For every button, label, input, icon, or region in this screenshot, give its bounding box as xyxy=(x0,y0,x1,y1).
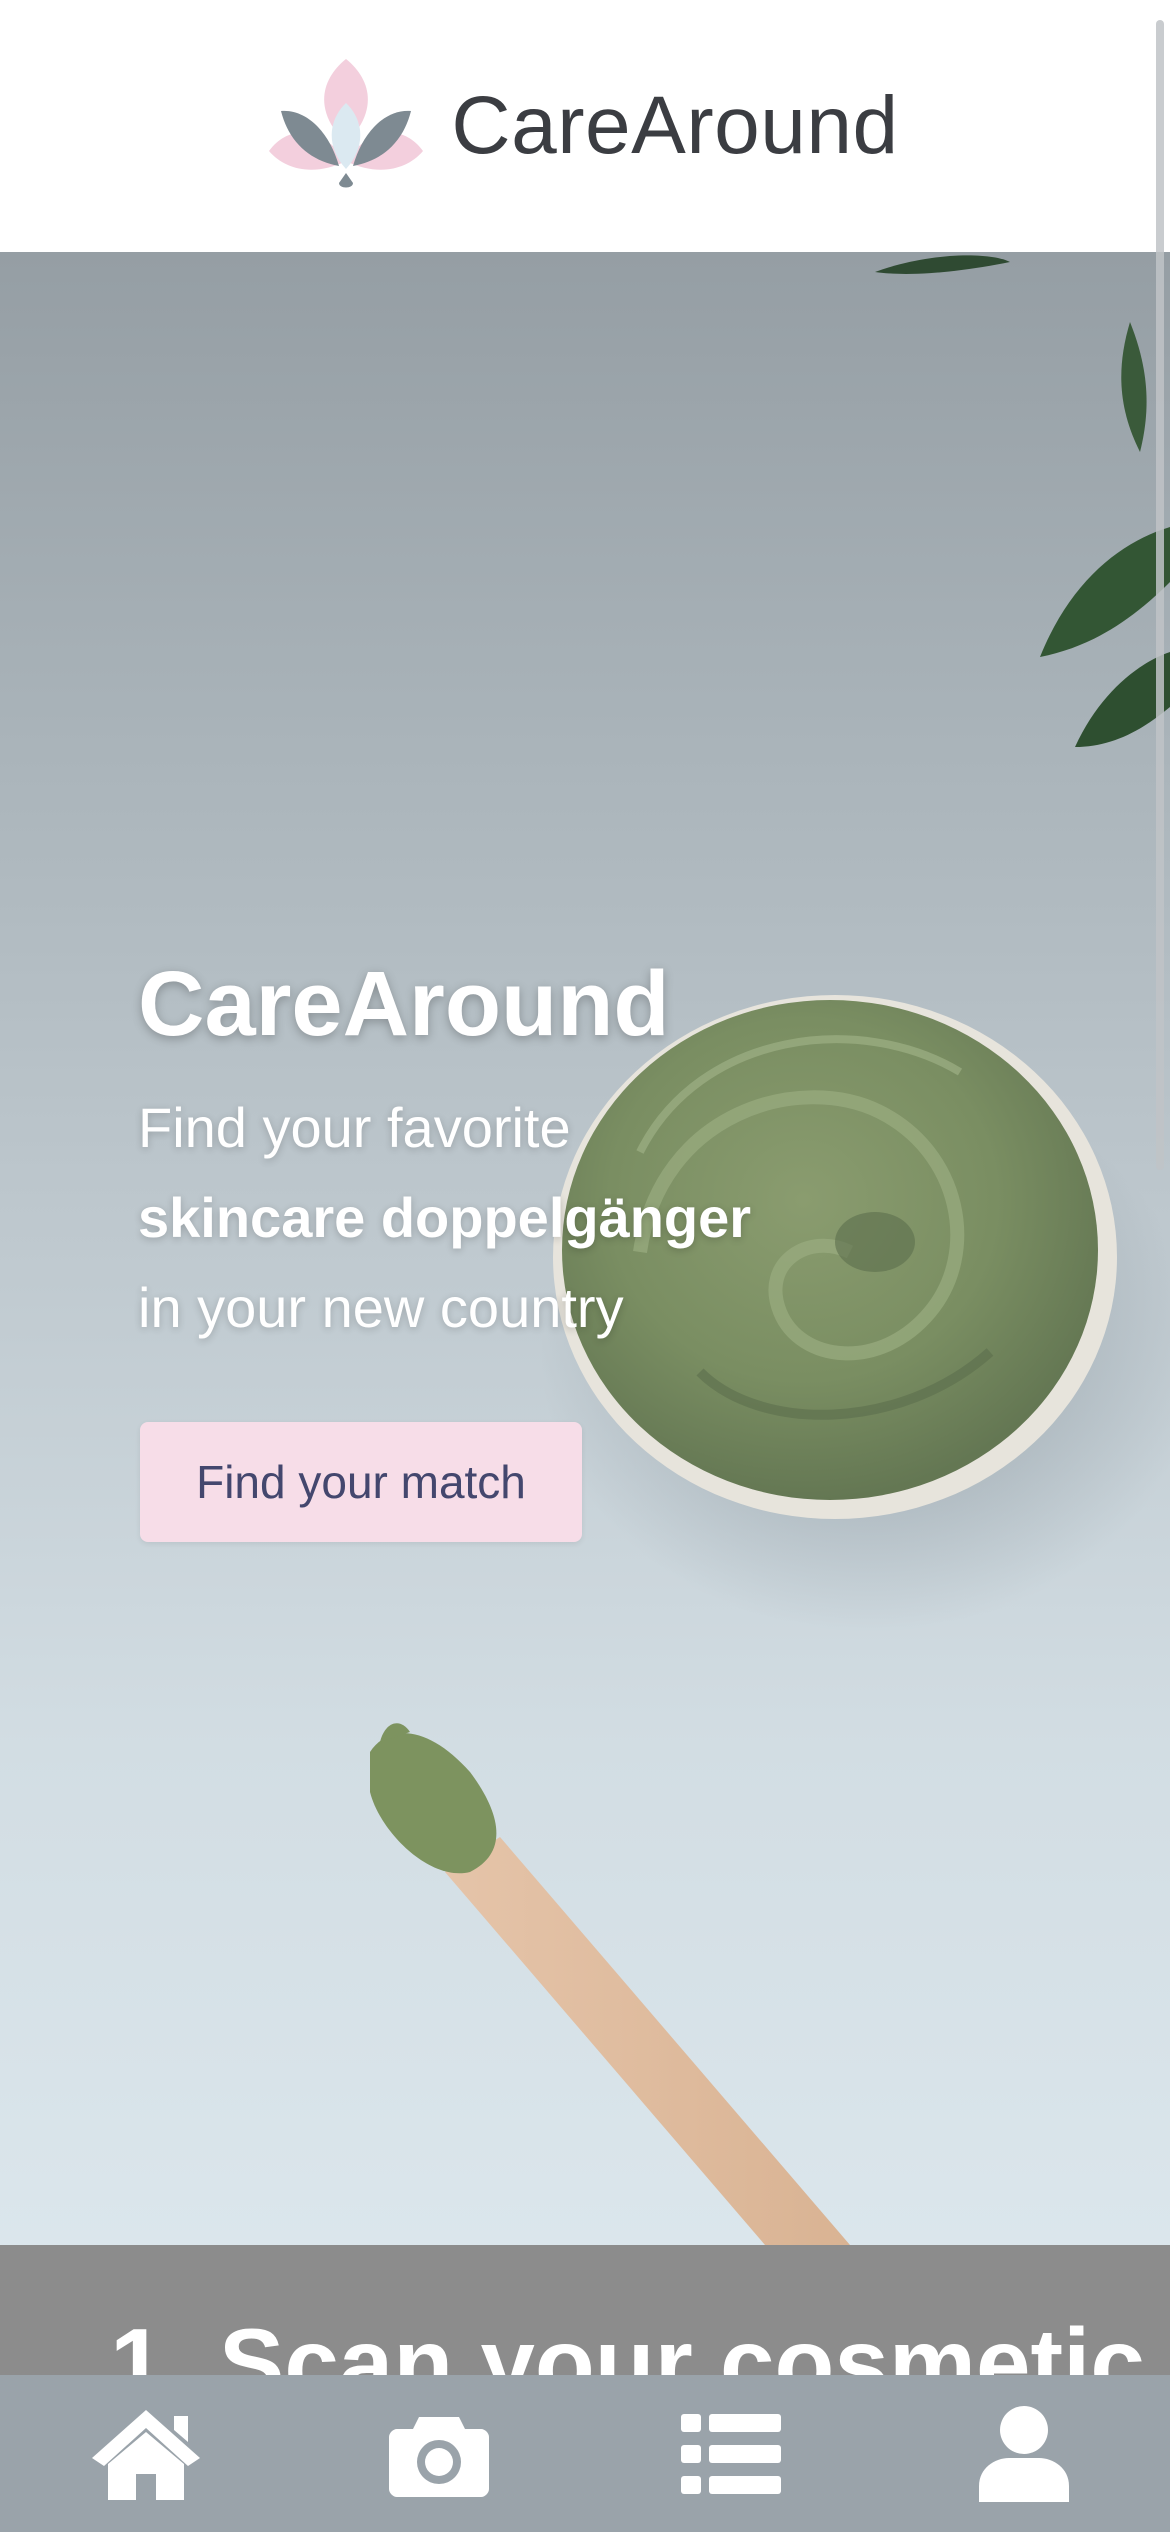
list-icon xyxy=(681,2413,782,2494)
hero-section: CareAround Find your favorite skincare d… xyxy=(0,252,1170,2245)
next-section: 1. Scan your cosmetic xyxy=(0,2245,1170,2375)
hero-title: CareAround xyxy=(138,953,670,1055)
app-header: CareAround xyxy=(0,0,1170,252)
scrollbar[interactable] xyxy=(1156,20,1164,1170)
hero-subtitle-line1: Find your favorite xyxy=(138,1096,571,1159)
bottom-navigation xyxy=(0,2375,1170,2532)
nav-profile[interactable] xyxy=(878,2375,1170,2532)
user-icon xyxy=(978,2405,1069,2502)
nav-list[interactable] xyxy=(585,2375,878,2532)
find-your-match-button[interactable]: Find your match xyxy=(140,1422,582,1542)
lotus-logo-icon xyxy=(269,59,424,188)
hero-subtitle-line3: in your new country xyxy=(138,1276,624,1339)
hero-text: CareAround Find your favorite skincare d… xyxy=(138,952,938,1353)
camera-icon xyxy=(388,2416,489,2497)
brand-name: CareAround xyxy=(451,80,899,171)
nav-camera[interactable] xyxy=(293,2375,586,2532)
nav-home[interactable] xyxy=(0,2375,293,2532)
section-title: 1. Scan your cosmetic xyxy=(110,2308,1145,2375)
hero-subtitle-line2: skincare doppelgänger xyxy=(138,1186,752,1249)
brand[interactable]: CareAround xyxy=(261,51,898,201)
home-icon xyxy=(92,2409,201,2500)
